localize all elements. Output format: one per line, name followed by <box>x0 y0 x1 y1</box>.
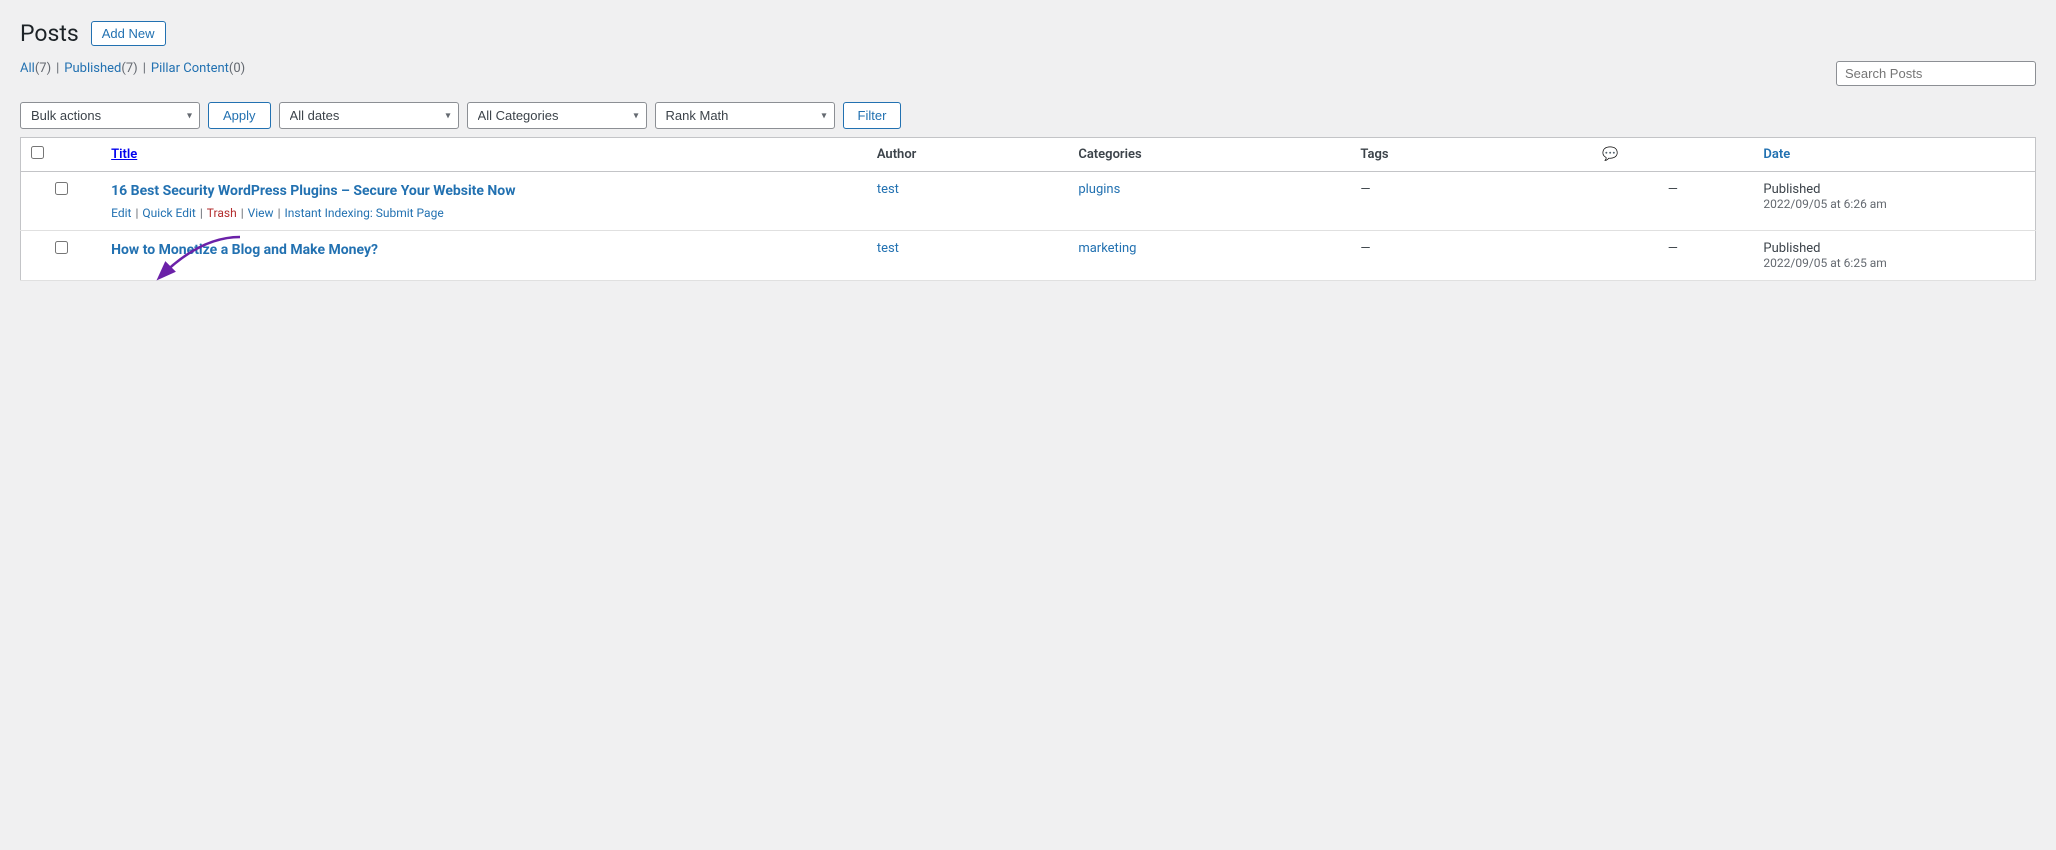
table-nav: Bulk actions Edit Move to Trash ▾ Apply … <box>20 94 2036 137</box>
filter-button[interactable]: Filter <box>843 102 902 129</box>
categories-header: Categories <box>1068 138 1350 172</box>
post-title-cell-2: How to Monetize a Blog and Make Money? <box>101 230 867 280</box>
post-status-filters: All (7) | Published (7) | Pillar Content… <box>20 61 245 76</box>
categories-wrapper: All Categories plugins marketing ▾ <box>467 102 647 129</box>
posts-table: Title Author Categories Tags 💬 Date <box>20 137 2036 281</box>
author-header: Author <box>867 138 1069 172</box>
rankmath-select[interactable]: Rank Math Good OK Bad <box>655 102 835 129</box>
post-date-status-2: Published <box>1763 241 2025 256</box>
filter-pillar[interactable]: Pillar Content <box>151 61 229 76</box>
tags-header: Tags <box>1350 138 1592 172</box>
edit-link-1[interactable]: Edit <box>111 206 131 220</box>
rankmath-wrapper: Rank Math Good OK Bad ▾ <box>655 102 835 129</box>
filter-all[interactable]: All <box>20 61 35 76</box>
post-title-link-2[interactable]: How to Monetize a Blog and Make Money? <box>111 242 378 258</box>
post-title-cell-1: 16 Best Security WordPress Plugins – Sec… <box>101 172 867 231</box>
bulk-actions-wrapper: Bulk actions Edit Move to Trash ▾ <box>20 102 200 129</box>
instant-indexing-link-1[interactable]: Instant Indexing: Submit Page <box>285 206 444 220</box>
title-header[interactable]: Title <box>101 138 867 172</box>
row-checkbox-2[interactable] <box>55 241 68 254</box>
post-date-value-1: 2022/09/05 at 6:26 am <box>1763 197 2025 211</box>
post-date-status-1: Published <box>1763 182 2025 197</box>
post-author-cell-1: test <box>867 172 1069 231</box>
apply-button[interactable]: Apply <box>208 102 271 129</box>
dates-select[interactable]: All dates September 2022 <box>279 102 459 129</box>
post-title-link-1[interactable]: 16 Best Security WordPress Plugins – Sec… <box>111 183 515 199</box>
post-date-cell-1: Published 2022/09/05 at 6:26 am <box>1753 172 2035 231</box>
search-input[interactable] <box>1836 61 2036 86</box>
post-categories-cell-1: plugins <box>1068 172 1350 231</box>
post-comments-cell-1: — <box>1592 172 1753 231</box>
row-checkbox-cell <box>21 230 102 280</box>
date-sort-link[interactable]: Date <box>1763 147 1790 162</box>
post-date-value-2: 2022/09/05 at 6:25 am <box>1763 256 2025 270</box>
trash-link-1[interactable]: Trash <box>207 206 237 220</box>
bulk-actions-select[interactable]: Bulk actions Edit Move to Trash <box>20 102 200 129</box>
comments-header: 💬 <box>1592 138 1753 172</box>
comment-icon: 💬 <box>1602 147 1618 162</box>
title-sort-link[interactable]: Title <box>111 147 137 162</box>
quick-edit-link-1[interactable]: Quick Edit <box>142 206 195 220</box>
row-actions-1: Edit | Quick Edit | Trash | View | Insta… <box>111 206 857 220</box>
row-checkbox-cell <box>21 172 102 231</box>
post-date-cell-2: Published 2022/09/05 at 6:25 am <box>1753 230 2035 280</box>
check-all-checkbox[interactable] <box>31 146 44 159</box>
category-link-2[interactable]: marketing <box>1078 241 1136 256</box>
date-header[interactable]: Date <box>1753 138 2035 172</box>
post-categories-cell-2: marketing <box>1068 230 1350 280</box>
check-all-header <box>21 138 102 172</box>
author-link-1[interactable]: test <box>877 182 899 197</box>
table-row: 16 Best Security WordPress Plugins – Sec… <box>21 172 2036 231</box>
view-link-1[interactable]: View <box>248 206 274 220</box>
row-checkbox-1[interactable] <box>55 182 68 195</box>
author-link-2[interactable]: test <box>877 241 899 256</box>
add-new-button[interactable]: Add New <box>91 21 166 46</box>
post-tags-cell-1: — <box>1350 172 1592 231</box>
table-row: How to Monetize a Blog and Make Money? t… <box>21 230 2036 280</box>
filter-published[interactable]: Published <box>64 61 121 76</box>
post-author-cell-2: test <box>867 230 1069 280</box>
page-title: Posts <box>20 20 79 47</box>
dates-wrapper: All dates September 2022 ▾ <box>279 102 459 129</box>
category-link-1[interactable]: plugins <box>1078 182 1120 197</box>
categories-select[interactable]: All Categories plugins marketing <box>467 102 647 129</box>
post-tags-cell-2: — <box>1350 230 1592 280</box>
post-comments-cell-2: — <box>1592 230 1753 280</box>
